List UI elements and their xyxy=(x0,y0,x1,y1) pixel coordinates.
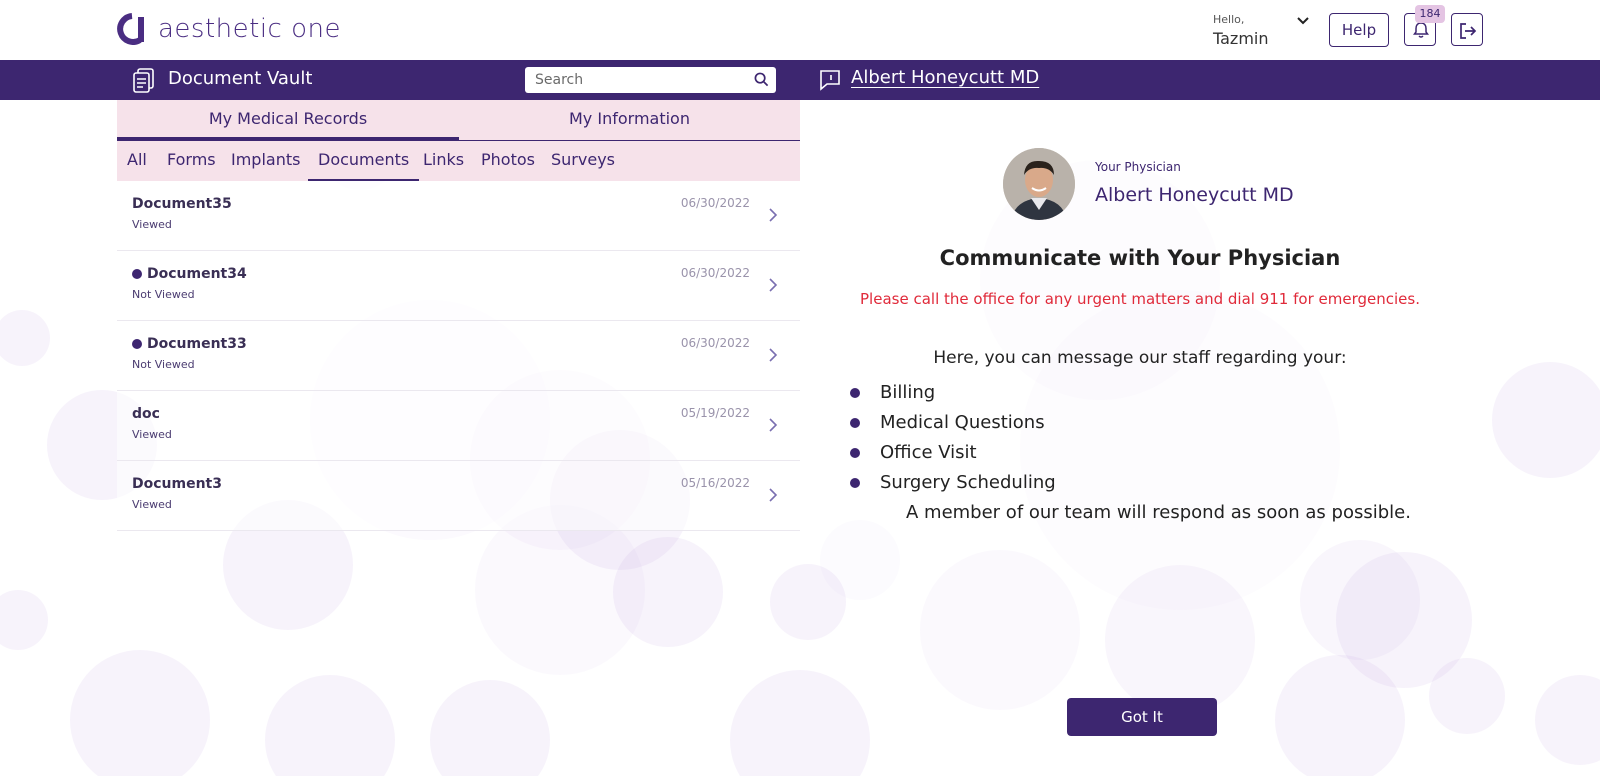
brand-logo[interactable]: aesthetic one xyxy=(116,12,341,46)
unread-dot-icon xyxy=(132,269,142,279)
tab-implants[interactable]: Implants xyxy=(221,141,310,181)
logout-button[interactable] xyxy=(1451,13,1483,46)
document-vault-icon xyxy=(133,68,154,93)
document-name-text: Document34 xyxy=(147,266,247,282)
document-row[interactable]: doc Viewed 05/19/2022 xyxy=(117,391,800,461)
response-note: A member of our team will respond as soo… xyxy=(906,502,1411,523)
document-name-text: doc xyxy=(132,406,160,422)
logout-icon xyxy=(1460,23,1477,39)
document-vault-title: Document Vault xyxy=(168,68,313,89)
document-type-tabs: All Forms Implants Documents Links Photo… xyxy=(117,141,800,181)
topic-label: Surgery Scheduling xyxy=(880,472,1056,493)
physician-link[interactable]: Albert Honeycutt MD xyxy=(851,67,1039,88)
bell-icon xyxy=(1413,22,1429,38)
document-name: doc xyxy=(132,406,160,422)
document-status: Viewed xyxy=(132,498,172,511)
urgent-notice: Please call the office for any urgent ma… xyxy=(860,290,1420,308)
chevron-right-icon xyxy=(769,418,778,432)
document-date: 06/30/2022 xyxy=(680,196,750,210)
document-date: 05/19/2022 xyxy=(680,406,750,420)
document-date: 06/30/2022 xyxy=(680,266,750,280)
document-status: Viewed xyxy=(132,428,172,441)
message-intro: Here, you can message our staff regardin… xyxy=(933,348,1347,368)
search-icon[interactable] xyxy=(754,72,769,87)
top-bar: aesthetic one Hello, Tazmin Help 184 xyxy=(0,0,1600,60)
document-row[interactable]: Document3 Viewed 05/16/2022 xyxy=(117,461,800,531)
tab-photos[interactable]: Photos xyxy=(471,141,545,181)
communicate-title: Communicate with Your Physician xyxy=(939,246,1341,270)
search-input[interactable] xyxy=(525,67,776,93)
bullet-icon xyxy=(850,388,860,398)
bullet-icon xyxy=(850,448,860,458)
document-list: Document35 Viewed 06/30/2022 Document34 … xyxy=(117,181,800,531)
document-status: Not Viewed xyxy=(132,288,195,301)
logo-icon xyxy=(117,13,144,45)
chevron-right-icon xyxy=(769,278,778,292)
list-item: Surgery Scheduling xyxy=(850,470,1056,500)
physician-label: Your Physician xyxy=(1095,160,1181,174)
document-status: Not Viewed xyxy=(132,358,195,371)
topic-label: Office Visit xyxy=(880,442,977,463)
document-row[interactable]: Document33 Not Viewed 06/30/2022 xyxy=(117,321,800,391)
document-name-text: Document3 xyxy=(132,476,222,492)
physician-name: Albert Honeycutt MD xyxy=(1095,184,1294,206)
tab-my-information[interactable]: My Information xyxy=(459,100,800,140)
list-item: Medical Questions xyxy=(850,410,1056,440)
document-status: Viewed xyxy=(132,218,172,231)
list-item: Office Visit xyxy=(850,440,1056,470)
help-button[interactable]: Help xyxy=(1329,13,1389,47)
chevron-down-icon[interactable] xyxy=(1296,14,1310,28)
list-item: Billing xyxy=(850,380,1056,410)
got-it-button[interactable]: Got It xyxy=(1067,698,1217,736)
physician-avatar xyxy=(1003,148,1075,220)
document-name-text: Document35 xyxy=(132,196,232,212)
document-name: Document33 xyxy=(132,336,247,352)
bullet-icon xyxy=(850,478,860,488)
document-name: Document34 xyxy=(132,266,247,282)
chat-icon xyxy=(820,70,840,91)
document-date: 05/16/2022 xyxy=(680,476,750,490)
message-topics-list: Billing Medical Questions Office Visit S… xyxy=(850,380,1056,500)
brand-name: aesthetic one xyxy=(158,14,342,44)
user-name: Tazmin xyxy=(1213,29,1269,48)
tab-surveys[interactable]: Surveys xyxy=(541,141,625,181)
bullet-icon xyxy=(850,418,860,428)
tab-forms[interactable]: Forms xyxy=(157,141,226,181)
notification-badge: 184 xyxy=(1415,5,1445,23)
chevron-right-icon xyxy=(769,208,778,222)
user-greeting[interactable]: Hello, Tazmin xyxy=(1213,13,1269,48)
unread-dot-icon xyxy=(132,339,142,349)
tab-links[interactable]: Links xyxy=(413,141,474,181)
tab-all[interactable]: All xyxy=(117,141,157,181)
topic-label: Billing xyxy=(880,382,936,403)
topic-label: Medical Questions xyxy=(880,412,1045,433)
greeting-label: Hello, xyxy=(1213,13,1245,26)
document-name: Document3 xyxy=(132,476,222,492)
document-date: 06/30/2022 xyxy=(680,336,750,350)
records-tabs: My Medical Records My Information xyxy=(117,100,800,141)
section-header-bar: Document Vault Albert Honeycutt MD xyxy=(0,60,1600,100)
chevron-right-icon xyxy=(769,488,778,502)
document-name-text: Document33 xyxy=(147,336,247,352)
physician-photo xyxy=(1003,148,1075,220)
chevron-right-icon xyxy=(769,348,778,362)
tab-my-medical-records[interactable]: My Medical Records xyxy=(117,100,459,140)
document-name: Document35 xyxy=(132,196,232,212)
tab-documents[interactable]: Documents xyxy=(308,141,420,181)
document-row[interactable]: Document35 Viewed 06/30/2022 xyxy=(117,181,800,251)
document-row[interactable]: Document34 Not Viewed 06/30/2022 xyxy=(117,251,800,321)
